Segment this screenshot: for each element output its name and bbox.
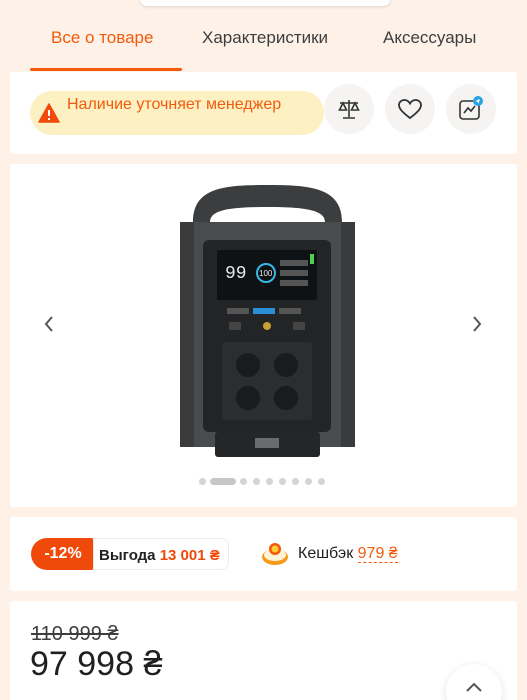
gallery-pagination bbox=[199, 478, 339, 486]
availability-badge: Наличие уточняет менеджер bbox=[30, 91, 324, 135]
active-tab-indicator bbox=[30, 68, 182, 71]
scales-icon bbox=[338, 100, 360, 119]
current-price: 97 998 ₴ bbox=[30, 645, 163, 683]
benefit-box: Выгода 13 001 ₴ bbox=[93, 538, 229, 570]
gallery-dot[interactable] bbox=[292, 478, 299, 485]
gallery-dot[interactable] bbox=[305, 478, 312, 485]
old-price: 110 999 ₴ bbox=[31, 623, 119, 645]
heart-icon bbox=[398, 99, 422, 120]
benefit-card: -12% Выгода 13 001 ₴ Кешбэк 979 ₴ bbox=[10, 517, 517, 591]
benefit-label: Выгода bbox=[99, 547, 156, 564]
availability-text: Наличие уточняет менеджер bbox=[67, 96, 282, 113]
benefit-label-row: Выгода 13 001 ₴ bbox=[99, 547, 220, 564]
discount-badge: -12% bbox=[31, 538, 95, 570]
price-card: 110 999 ₴ 97 998 ₴ bbox=[10, 601, 517, 700]
gallery-dot[interactable] bbox=[318, 478, 325, 485]
telegram-share-icon bbox=[459, 96, 483, 120]
cashback-row[interactable]: Кешбэк 979 ₴ bbox=[298, 545, 398, 563]
display-percent-readout: 100 bbox=[259, 269, 273, 278]
compare-button[interactable] bbox=[324, 84, 374, 134]
gallery-dot[interactable] bbox=[279, 478, 286, 485]
display-battery-readout: 99 bbox=[225, 264, 247, 284]
gallery-dot[interactable] bbox=[199, 478, 206, 485]
chevron-left-icon[interactable] bbox=[42, 314, 56, 334]
tab-accessories[interactable]: Аксессуары bbox=[383, 28, 476, 48]
cashback-value: 979 ₴ bbox=[357, 545, 398, 563]
search-bar-edge[interactable] bbox=[140, 0, 390, 6]
chevron-right-icon[interactable] bbox=[470, 314, 484, 334]
gallery-dot[interactable] bbox=[240, 478, 247, 485]
chevron-up-icon bbox=[466, 682, 482, 692]
tab-all-about-product[interactable]: Все о товаре bbox=[51, 28, 153, 48]
gallery-dot[interactable] bbox=[266, 478, 273, 485]
warning-icon bbox=[38, 103, 60, 123]
product-gallery: 99 100 bbox=[10, 164, 517, 507]
wishlist-button[interactable] bbox=[385, 84, 435, 134]
gallery-dot[interactable] bbox=[253, 478, 260, 485]
cashback-coin-icon bbox=[262, 543, 288, 565]
tab-characteristics[interactable]: Характеристики bbox=[202, 28, 328, 48]
benefit-value: 13 001 ₴ bbox=[159, 547, 220, 564]
product-image: 99 100 bbox=[180, 185, 355, 457]
product-tabs: Все о товаре Характеристики Аксессуары bbox=[0, 10, 527, 72]
gallery-dot-active[interactable] bbox=[210, 478, 236, 485]
share-button[interactable] bbox=[446, 84, 496, 134]
cashback-label: Кешбэк bbox=[298, 545, 354, 562]
availability-card: Наличие уточняет менеджер bbox=[10, 72, 517, 154]
